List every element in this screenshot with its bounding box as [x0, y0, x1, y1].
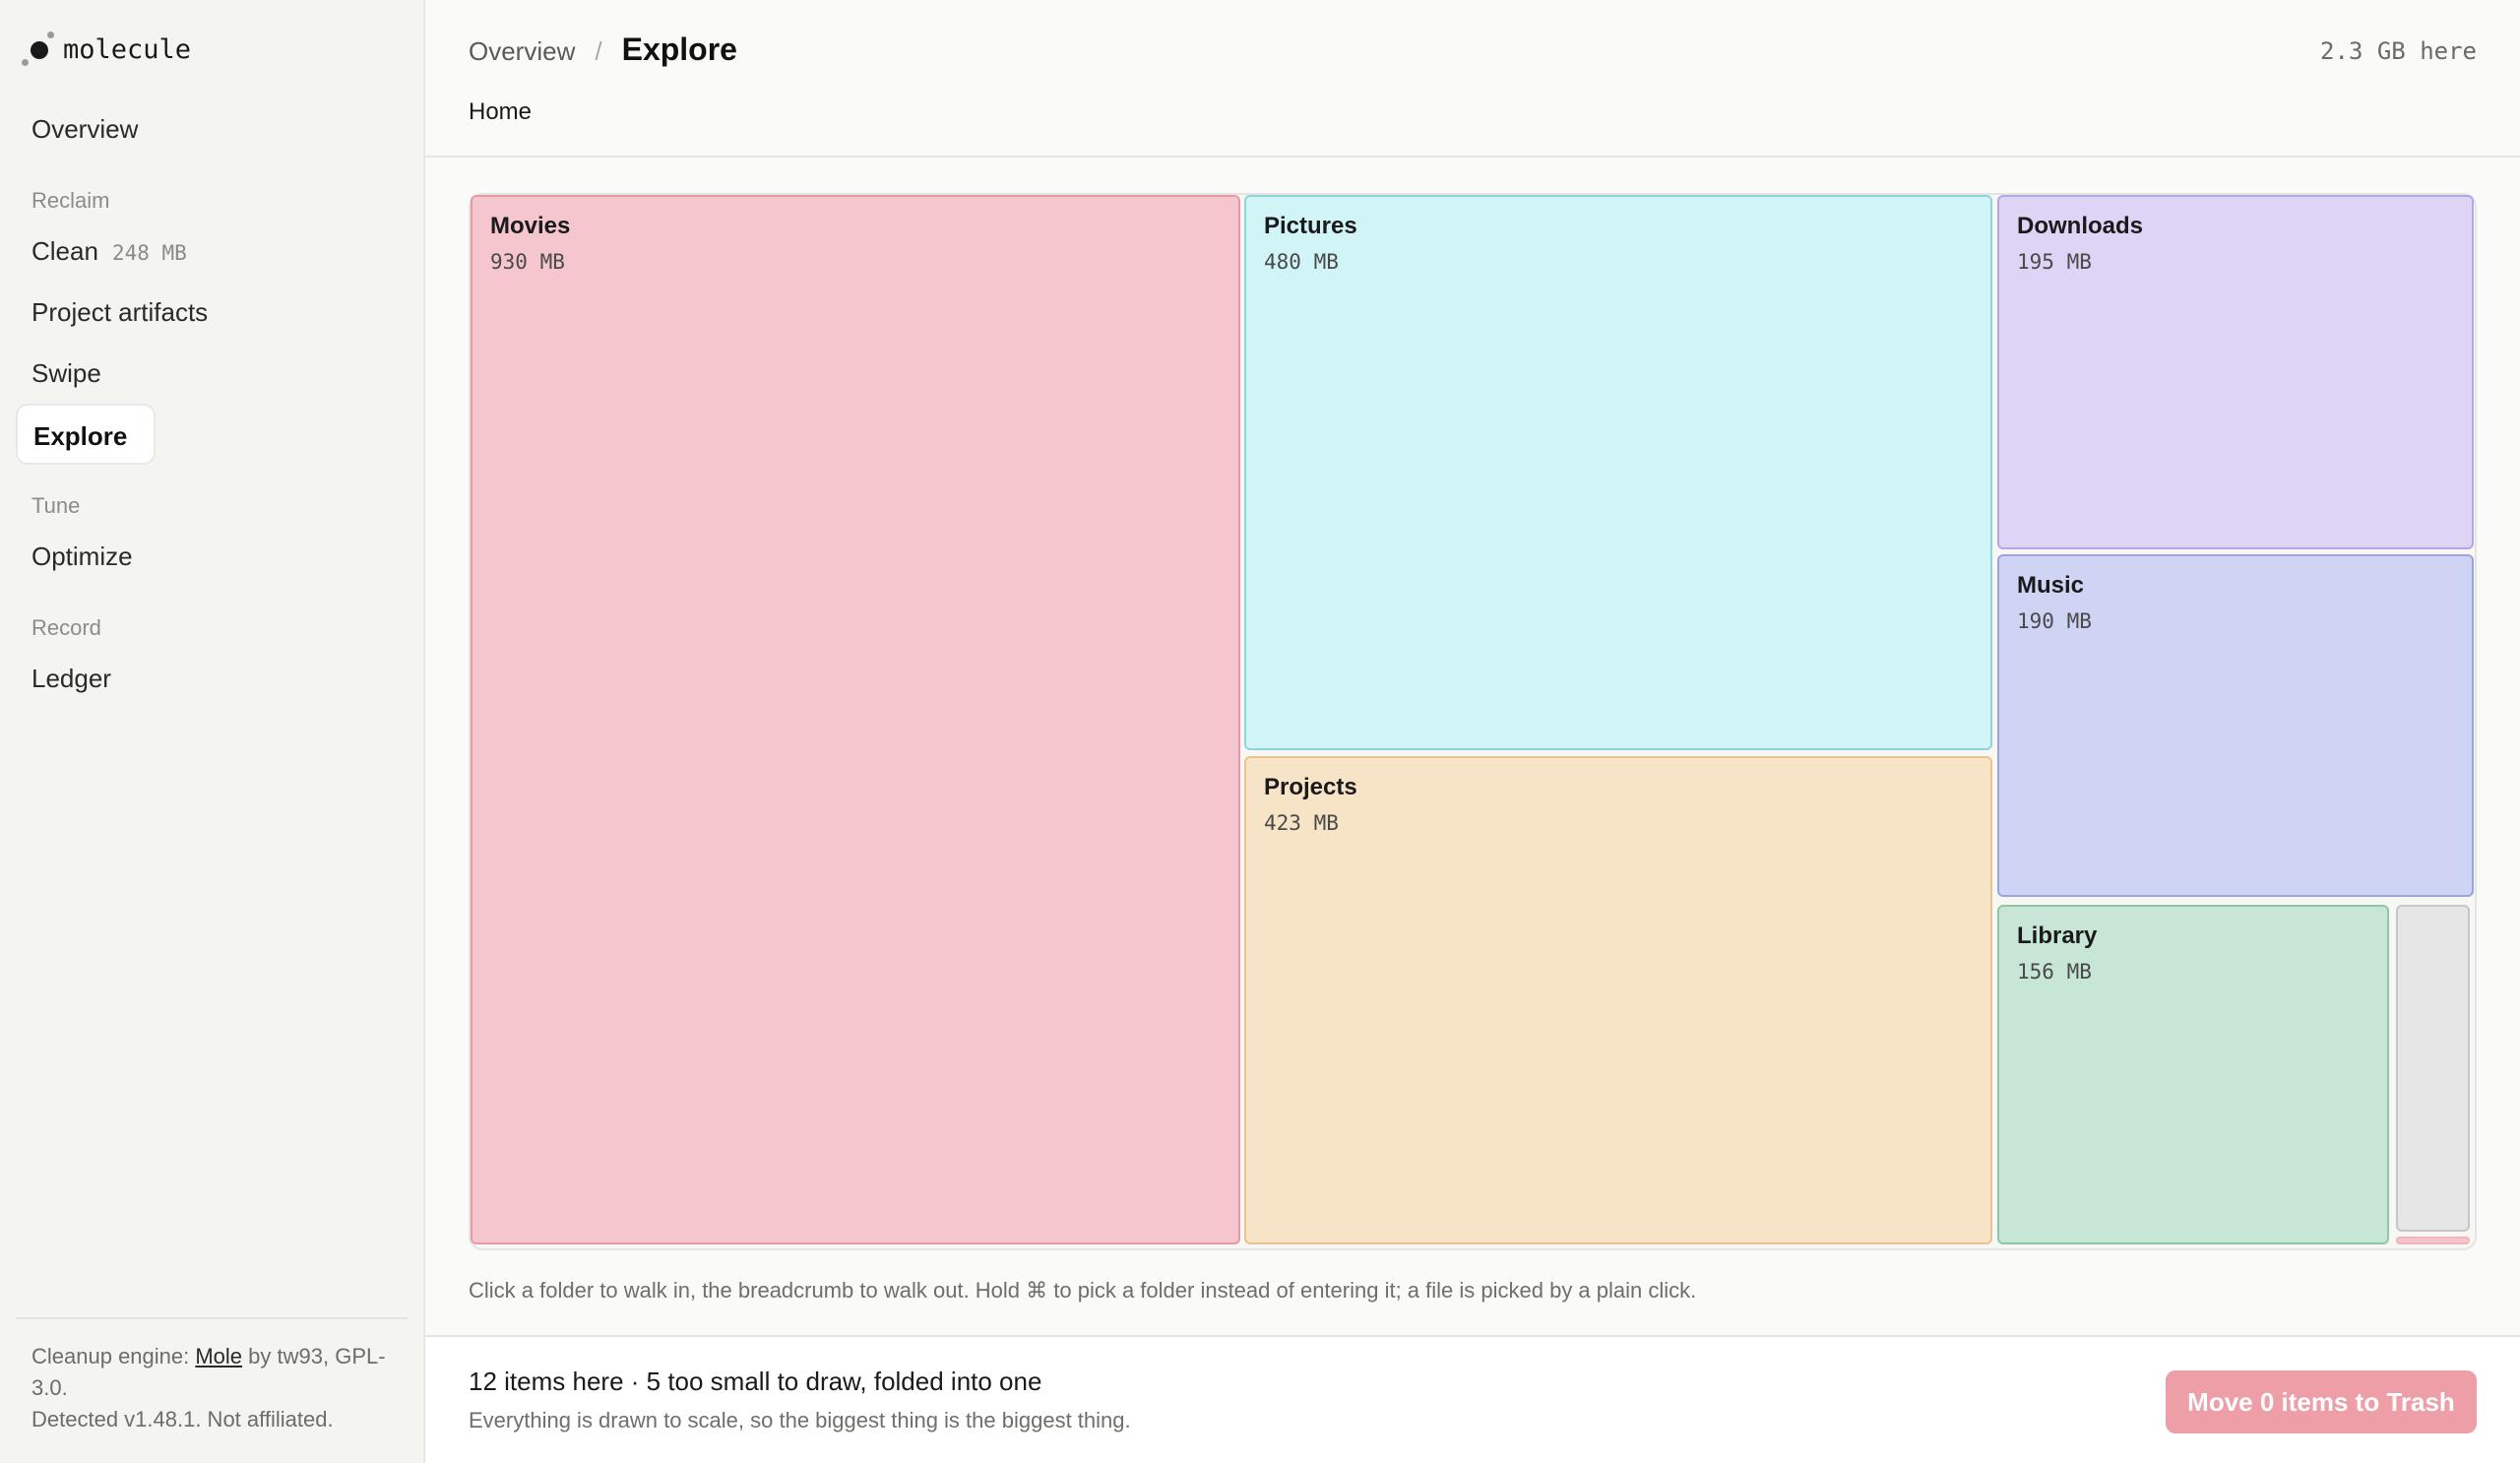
sidebar-item-label: Overview [32, 114, 139, 144]
sidebar-item-optimize[interactable]: Optimize [16, 526, 408, 587]
tile-size: 423 MB [1264, 811, 1339, 835]
sidebar-item-project-artifacts[interactable]: Project artifacts [16, 282, 408, 343]
sidebar-item-explore[interactable]: Explore [16, 404, 156, 465]
brand-name: molecule [63, 33, 192, 65]
breadcrumb: Overview / Explore [469, 32, 737, 68]
mole-link[interactable]: Mole [195, 1344, 242, 1368]
treemap-hint: Click a folder to walk in, the breadcrum… [469, 1278, 1697, 1303]
breadcrumb-separator: / [595, 36, 602, 66]
tile-size: 156 MB [2017, 960, 2092, 984]
sidebar-section-record: Record [32, 615, 101, 640]
treemap-tile-folded-small-items[interactable] [2396, 905, 2470, 1232]
size-here-readout: 2.3 GB here [2320, 37, 2477, 65]
tile-name: Movies [490, 213, 571, 239]
treemap-tile-library[interactable]: Library 156 MB [1997, 905, 2389, 1244]
sidebar-item-overview[interactable]: Overview [16, 98, 408, 159]
sidebar-footer: Cleanup engine: Mole by tw93, GPL-3.0. D… [16, 1317, 408, 1435]
scale-note: Everything is drawn to scale, so the big… [469, 1408, 1131, 1432]
tile-name: Library [2017, 922, 2098, 949]
clean-size-badge: 248 MB [111, 241, 187, 265]
engine-version-note: Detected v1.48.1. Not affiliated. [32, 1407, 334, 1431]
action-bar: 12 items here · 5 too small to draw, fol… [425, 1335, 2520, 1463]
sidebar-item-swipe[interactable]: Swipe [16, 343, 408, 404]
page-title: Explore [621, 32, 737, 67]
sidebar: molecule Overview Reclaim Clean 248 MB P… [0, 0, 425, 1463]
treemap-tile-pictures[interactable]: Pictures 480 MB [1244, 195, 1992, 750]
move-to-trash-button[interactable]: Move 0 items to Trash [2166, 1370, 2477, 1433]
tile-size: 190 MB [2017, 609, 2092, 633]
treemap-tile-movies[interactable]: Movies 930 MB [471, 195, 1240, 1244]
tile-name: Downloads [2017, 213, 2144, 239]
sidebar-item-label: Swipe [32, 358, 101, 388]
tile-name: Pictures [1264, 213, 1357, 239]
molecule-logo-icon [22, 32, 54, 67]
tile-size: 195 MB [2017, 250, 2092, 274]
treemap-tile-downloads[interactable]: Downloads 195 MB [1997, 195, 2474, 549]
sidebar-item-label: Ledger [32, 664, 111, 693]
sidebar-item-clean[interactable]: Clean 248 MB [16, 221, 408, 282]
engine-credit-prefix: Cleanup engine: [32, 1344, 196, 1368]
treemap-tile-music[interactable]: Music 190 MB [1997, 554, 2474, 897]
treemap-tile-tiny[interactable] [2396, 1237, 2470, 1244]
tile-name: Music [2017, 572, 2085, 599]
tile-size: 930 MB [490, 250, 565, 274]
breadcrumb-overview[interactable]: Overview [469, 36, 575, 67]
sidebar-item-ledger[interactable]: Ledger [16, 648, 408, 709]
sidebar-item-label: Explore [33, 421, 128, 451]
path-breadcrumb-home[interactable]: Home [469, 98, 532, 126]
tile-size: 480 MB [1264, 250, 1339, 274]
tile-name: Projects [1264, 774, 1357, 800]
header: Overview / Explore 2.3 GB here Home [425, 0, 2520, 158]
sidebar-section-reclaim: Reclaim [32, 188, 110, 213]
treemap-tile-projects[interactable]: Projects 423 MB [1244, 756, 1992, 1244]
sidebar-section-tune: Tune [32, 493, 81, 518]
brand: molecule [16, 0, 408, 98]
sidebar-item-label: Project artifacts [32, 297, 209, 327]
items-summary: 12 items here · 5 too small to draw, fol… [469, 1367, 1042, 1396]
sidebar-item-label: Clean [32, 236, 98, 266]
treemap: Movies 930 MB Pictures 480 MB Projects 4… [469, 193, 2477, 1250]
sidebar-item-label: Optimize [32, 541, 133, 571]
main-panel: Overview / Explore 2.3 GB here Home Movi… [425, 0, 2520, 1463]
app-window: molecule Overview Reclaim Clean 248 MB P… [0, 0, 2520, 1463]
